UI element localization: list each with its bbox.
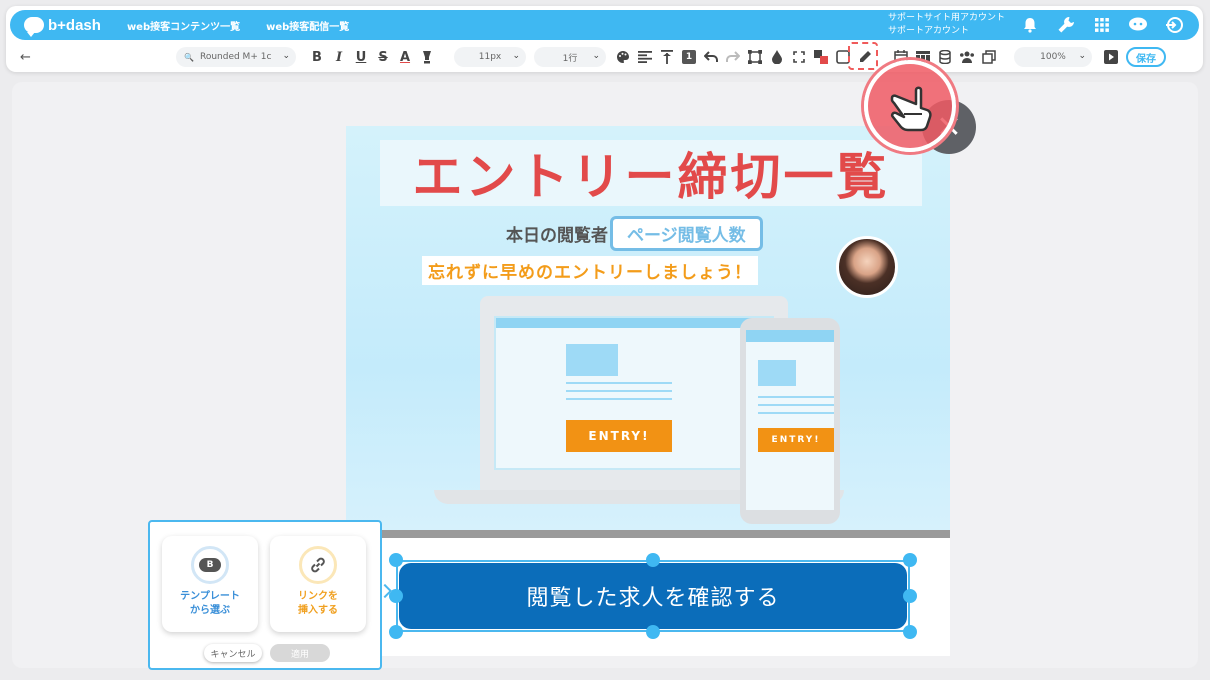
phone-entry-button: ENTRY! bbox=[758, 428, 834, 452]
nav-link-contents[interactable]: web接客コンテンツ一覧 bbox=[127, 18, 240, 33]
resize-handle[interactable] bbox=[389, 625, 403, 639]
text-line bbox=[566, 382, 672, 384]
resize-handle[interactable] bbox=[646, 553, 660, 567]
chevron-down-icon: ⌄ bbox=[512, 51, 520, 61]
undo-icon[interactable] bbox=[700, 46, 722, 68]
phone-screen: ENTRY! bbox=[746, 330, 834, 510]
line-height-value: 1行 bbox=[562, 53, 578, 64]
zoom-value: 100% bbox=[1040, 52, 1066, 62]
title-box: エントリー締切一覧 bbox=[380, 140, 922, 206]
bell-icon[interactable] bbox=[1019, 14, 1041, 36]
nav-right: サポートサイト用アカウント サポートアカウント bbox=[888, 12, 1199, 38]
align-left-icon[interactable] bbox=[634, 46, 656, 68]
zoom-select[interactable]: 100% ⌄ bbox=[1014, 47, 1092, 67]
chat-icon[interactable] bbox=[1127, 14, 1149, 36]
template-icon: B bbox=[191, 546, 229, 584]
chevron-down-icon: ⌄ bbox=[592, 51, 600, 61]
header-card: b+dash web接客コンテンツ一覧 web接客配信一覧 サポートサイト用アカ… bbox=[6, 6, 1203, 72]
logout-icon[interactable] bbox=[1163, 14, 1185, 36]
text-line bbox=[566, 398, 672, 400]
insert-link-card[interactable]: リンクを 挿入する bbox=[270, 536, 366, 632]
avatar bbox=[836, 236, 898, 298]
template-select-label: テンプレート から選ぶ bbox=[180, 591, 240, 616]
text-color-button[interactable]: A bbox=[394, 46, 416, 68]
resize-handle[interactable] bbox=[903, 625, 917, 639]
insert-link-label: リンクを 挿入する bbox=[298, 591, 338, 616]
font-size-select[interactable]: 11px ⌄ bbox=[454, 47, 526, 67]
nav-link-delivery[interactable]: web接客配信一覧 bbox=[266, 18, 349, 33]
apply-button[interactable]: 適用 bbox=[270, 644, 330, 662]
cta-button[interactable]: 閲覧した求人を確認する bbox=[399, 563, 907, 629]
chevron-down-icon: ⌄ bbox=[282, 51, 290, 61]
top-nav: b+dash web接客コンテンツ一覧 web接客配信一覧 サポートサイト用アカ… bbox=[10, 10, 1199, 40]
number-one-label: 1 bbox=[682, 50, 696, 64]
text-line bbox=[566, 390, 672, 392]
vertical-align-icon[interactable] bbox=[656, 46, 678, 68]
reminder-text: 忘れずに早めのエントリーしましょう！ bbox=[422, 256, 758, 285]
image-placeholder bbox=[566, 344, 618, 376]
account-line-2: サポートアカウント bbox=[887, 26, 969, 36]
section-divider bbox=[346, 530, 950, 538]
text-line bbox=[758, 396, 834, 398]
logo-bubble-icon bbox=[24, 17, 44, 37]
phone-header-bar bbox=[746, 330, 834, 342]
editor-toolbar: ← 🔍 Rounded M+ 1c ⌄ B I U S A 11px ⌄ 1行 … bbox=[6, 44, 1203, 70]
phone-illustration: ENTRY! bbox=[740, 318, 840, 524]
expand-icon[interactable] bbox=[788, 46, 810, 68]
chevron-down-icon: ⌄ bbox=[1078, 51, 1086, 61]
copy-icon[interactable] bbox=[978, 46, 1000, 68]
resize-handle[interactable] bbox=[903, 553, 917, 567]
number-one-button[interactable]: 1 bbox=[678, 46, 700, 68]
preview-play-icon[interactable] bbox=[1100, 46, 1122, 68]
layer-icon[interactable] bbox=[810, 46, 832, 68]
link-icon bbox=[299, 546, 337, 584]
template-badge: B bbox=[199, 558, 221, 572]
resize-handle[interactable] bbox=[903, 589, 917, 603]
font-select-value: Rounded M+ 1c bbox=[199, 52, 272, 62]
underline-button[interactable]: U bbox=[350, 46, 372, 68]
link-action-popup: B テンプレート から選ぶ リンクを 挿入する キャンセル 適用 bbox=[148, 520, 382, 670]
font-select[interactable]: 🔍 Rounded M+ 1c ⌄ bbox=[176, 47, 296, 67]
viewer-prefix: 本日の閲覧者 bbox=[506, 226, 608, 246]
laptop-header-bar bbox=[496, 318, 772, 328]
wrench-icon[interactable] bbox=[1055, 14, 1077, 36]
redo-icon[interactable] bbox=[722, 46, 744, 68]
hero-banner[interactable]: エントリー締切一覧 本日の閲覧者 ページ閲覧人数 忘れずに早めのエントリーしまし… bbox=[346, 126, 950, 530]
pointing-hand-icon bbox=[864, 60, 956, 152]
logo[interactable]: b+dash bbox=[24, 16, 101, 37]
font-size-value: 11px bbox=[478, 52, 502, 62]
line-height-select[interactable]: 1行 ⌄ bbox=[534, 47, 606, 67]
resize-handle[interactable] bbox=[389, 553, 403, 567]
grid-icon[interactable] bbox=[1091, 14, 1113, 36]
highlight-icon[interactable] bbox=[416, 46, 438, 68]
save-button[interactable]: 保存 bbox=[1126, 47, 1166, 67]
laptop-screen: ENTRY! bbox=[494, 316, 774, 470]
cancel-button[interactable]: キャンセル bbox=[204, 644, 262, 662]
text-line bbox=[758, 404, 834, 406]
laptop-entry-button: ENTRY! bbox=[566, 420, 672, 452]
resize-handle[interactable] bbox=[646, 625, 660, 639]
drop-icon[interactable] bbox=[766, 46, 788, 68]
database-icon[interactable] bbox=[934, 46, 956, 68]
toolbar-highlight-frame bbox=[848, 42, 878, 70]
palette-icon[interactable] bbox=[612, 46, 634, 68]
text-line bbox=[758, 412, 834, 414]
viewer-count-tag[interactable]: ページ閲覧人数 bbox=[610, 216, 763, 251]
account-info[interactable]: サポートサイト用アカウント サポートアカウント bbox=[888, 12, 1005, 38]
text-frame-icon[interactable] bbox=[744, 46, 766, 68]
users-icon[interactable] bbox=[956, 46, 978, 68]
back-arrow-icon[interactable]: ← bbox=[20, 50, 40, 65]
viewer-row: 本日の閲覧者 ページ閲覧人数 bbox=[506, 216, 763, 251]
template-select-card[interactable]: B テンプレート から選ぶ bbox=[162, 536, 258, 632]
editor-app: b+dash web接客コンテンツ一覧 web接客配信一覧 サポートサイト用アカ… bbox=[0, 0, 1210, 680]
logo-text: b+dash bbox=[48, 16, 101, 34]
image-placeholder bbox=[758, 360, 796, 386]
italic-button[interactable]: I bbox=[328, 46, 350, 68]
page-title: エントリー締切一覧 bbox=[412, 148, 890, 206]
account-line-1: サポートサイト用アカウント bbox=[887, 13, 1005, 23]
strikethrough-button[interactable]: S bbox=[372, 46, 394, 68]
bold-button[interactable]: B bbox=[306, 46, 328, 68]
search-icon: 🔍 bbox=[184, 52, 194, 62]
